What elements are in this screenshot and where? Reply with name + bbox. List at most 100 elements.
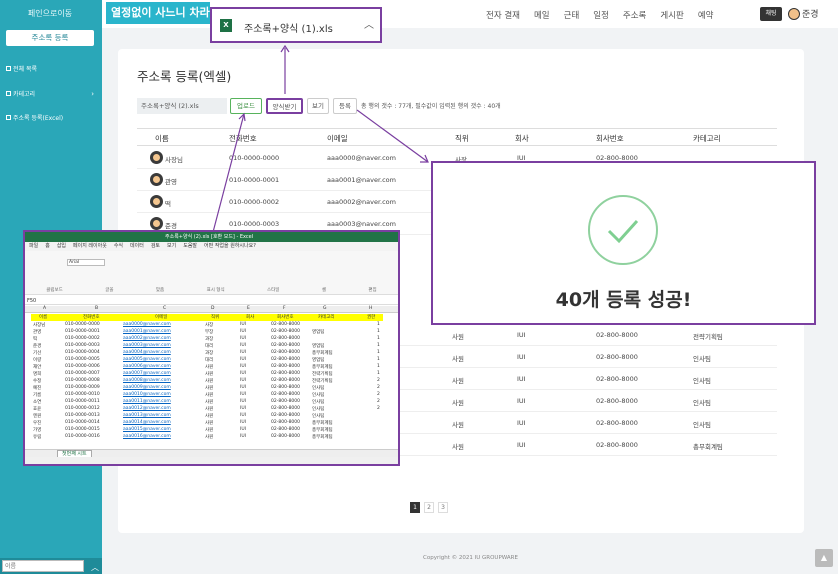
search-input[interactable]	[2, 560, 84, 572]
sidebar-title[interactable]: 페인으로이동	[0, 8, 100, 19]
excel-row: 기선 010-0000-0004 aaa0004@naver.com 과장 IUI 02-…	[25, 350, 385, 357]
excel-row: 엔원 010-0000-0013 aaa0013@naver.com 사원 IUI 02-…	[25, 413, 385, 420]
sidebar-item-category[interactable]: 카테고리 ›	[6, 89, 96, 98]
excel-menu-item[interactable]: 홈	[45, 242, 50, 251]
excel-cell: 인사팀	[312, 400, 325, 405]
cell-position: 사원	[452, 399, 464, 407]
excel-cell: 02-800-8000	[271, 329, 301, 334]
file-input[interactable]: 주소록+양식 (2).xls	[137, 98, 227, 114]
excel-cell: 010-0000-0001	[65, 329, 100, 334]
excel-cell: 010-0000-0016	[65, 434, 100, 439]
ribbon-group: 클립보드	[46, 288, 63, 293]
excel-cell: 010-0000-0005	[65, 357, 100, 362]
sidebar-item-label: 카테고리	[13, 91, 36, 98]
excel-cell: 02-800-8000	[271, 350, 301, 355]
nav-attendance[interactable]: 근태	[564, 9, 580, 21]
nav-reservation[interactable]: 예약	[698, 9, 714, 21]
scroll-top-button[interactable]: ▲	[815, 549, 833, 567]
avatar	[788, 7, 800, 20]
excel-cell: 2	[377, 378, 380, 383]
excel-menu-item[interactable]: 페이지 레이아웃	[73, 242, 107, 251]
excel-cell: 010-0000-0003	[65, 343, 100, 348]
avatar	[150, 217, 163, 230]
sidebar-item-all[interactable]: 전체 목록	[6, 64, 96, 73]
upload-button[interactable]: 업로드	[230, 98, 262, 114]
font-select[interactable]: Arial	[67, 259, 105, 266]
excel-cell: IUI	[240, 399, 246, 404]
ribbon-group: 셀	[321, 288, 326, 293]
excel-cell: 사원	[205, 365, 214, 370]
cell-tel: 02-800-8000	[596, 331, 638, 339]
excel-cell: aaa0013@naver.com	[123, 413, 171, 418]
cell-phone: 010-0000-0003	[229, 220, 280, 228]
excel-cell: 010-0000-0004	[65, 350, 100, 355]
excel-cell: 사원	[205, 407, 214, 412]
page-3[interactable]: 3	[438, 502, 448, 513]
header-cell: 카테고리	[318, 315, 335, 320]
nav-mail[interactable]: 메일	[534, 9, 550, 21]
excel-cell: 우진	[33, 421, 42, 426]
excel-menu-item[interactable]: 데이터	[130, 242, 144, 251]
page-2[interactable]: 2	[424, 502, 434, 513]
excel-cell: aaa0011@naver.com	[123, 399, 171, 404]
col-email: 이메일	[327, 134, 348, 143]
excel-cell: 02-800-8000	[271, 357, 301, 362]
chevron-up-icon[interactable]: ︿	[364, 16, 374, 31]
column-header: E	[247, 306, 250, 311]
cell-email: aaa0000@naver.com	[327, 154, 396, 162]
excel-cell: 사원	[205, 386, 214, 391]
excel-row: 준경 010-0000-0003 aaa0003@naver.com 대리 IUI 02-…	[25, 343, 385, 350]
excel-cell: 010-0000-0011	[65, 399, 100, 404]
excel-cell: aaa0003@naver.com	[123, 343, 171, 348]
excel-search[interactable]: 어떤 작업을 원하시나요?	[204, 242, 256, 251]
excel-cell: 총무회계팀	[312, 365, 333, 370]
column-headers: A B C D E F G H	[25, 306, 398, 313]
sidebar-item-label: 전체 목록	[13, 66, 37, 73]
chevron-up-icon[interactable]: ︿	[91, 562, 99, 573]
excel-cell: 과장	[205, 351, 214, 356]
excel-cell: 대리	[205, 358, 214, 363]
ribbon-group: 표시 형식	[206, 288, 225, 293]
nav-schedule[interactable]: 일정	[593, 9, 609, 21]
excel-cell: aaa0005@naver.com	[123, 357, 171, 362]
excel-cell: 2	[377, 392, 380, 397]
excel-cell: 사원	[205, 379, 214, 384]
view-button[interactable]: 보기	[307, 98, 329, 114]
user-menu[interactable]: 준경	[788, 7, 819, 20]
excel-file-icon: X	[220, 19, 232, 32]
excel-cell: 기선	[33, 351, 42, 356]
nav-addressbook[interactable]: 주소록	[623, 9, 646, 21]
excel-cell: 인사팀	[312, 386, 325, 391]
download-bar[interactable]: X 주소록+양식 (1).xls ︿	[210, 7, 382, 43]
page-1[interactable]: 1	[410, 502, 420, 513]
col-company-tel: 회사번호	[596, 134, 624, 143]
download-template-button[interactable]: 양식받기	[266, 98, 303, 114]
excel-cell: IUI	[240, 434, 246, 439]
formula-bar[interactable]: F50	[25, 297, 398, 305]
excel-menu-item[interactable]: 수식	[114, 242, 123, 251]
excel-cell: 유림	[33, 435, 42, 440]
excel-menu-item[interactable]: 파일	[29, 242, 38, 251]
checkmark-icon	[588, 195, 658, 265]
success-dialog: 40개 등록 성공!	[431, 161, 816, 325]
sidebar-item-excel[interactable]: 주소록 등록(Excel)	[6, 113, 96, 122]
nav-approval[interactable]: 전자 결재	[486, 9, 520, 21]
excel-icon	[6, 115, 11, 120]
excel-cell: aaa0015@naver.com	[123, 427, 171, 432]
avatar	[150, 195, 163, 208]
excel-cell: IUI	[240, 371, 246, 376]
cell-email: aaa0003@naver.com	[327, 220, 396, 228]
cell-name: 떡	[165, 200, 171, 208]
excel-cell: 전략기획팀	[312, 379, 333, 384]
excel-menu-item[interactable]: 보기	[167, 242, 176, 251]
register-address-button[interactable]: 주소록 등록	[6, 30, 94, 46]
excel-menu-item[interactable]: 도움말	[183, 242, 197, 251]
excel-menu-item[interactable]: 검토	[151, 242, 160, 251]
nav-board[interactable]: 게시판	[660, 9, 683, 21]
excel-cell: IUI	[240, 413, 246, 418]
col-category: 카테고리	[693, 134, 721, 143]
excel-menu-item[interactable]: 삽입	[57, 242, 66, 251]
chat-button[interactable]: 채팅	[760, 7, 782, 21]
excel-cell: 2	[377, 385, 380, 390]
register-button[interactable]: 등록	[333, 98, 357, 114]
